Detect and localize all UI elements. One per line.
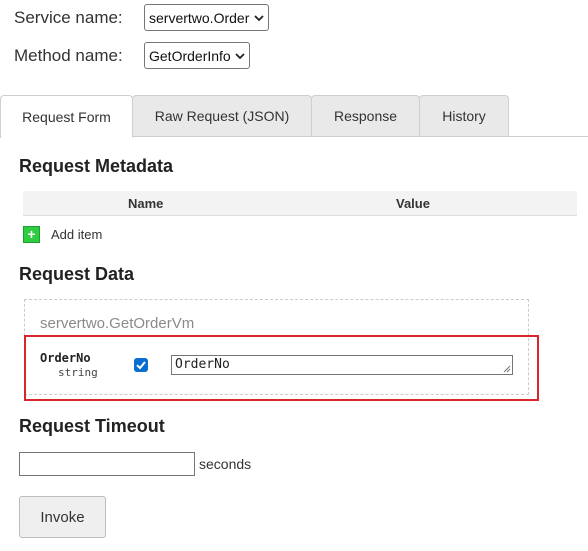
method-select-value: GetOrderInfo: [149, 47, 231, 64]
method-select[interactable]: GetOrderInfo: [144, 42, 250, 69]
request-timeout-heading: Request Timeout: [19, 416, 165, 436]
add-item-icon[interactable]: +: [23, 226, 40, 243]
metadata-table-header: Name Value: [23, 191, 577, 216]
tab-raw-request[interactable]: Raw Request (JSON): [132, 95, 312, 136]
add-item-button[interactable]: Add item: [51, 227, 102, 242]
tab-response[interactable]: Response: [311, 95, 420, 136]
chevron-down-icon: [235, 52, 245, 59]
service-name-label: Service name:: [14, 8, 123, 27]
timeout-input[interactable]: [19, 452, 195, 476]
service-select-value: servertwo.Order: [149, 9, 250, 26]
request-data-heading: Request Data: [19, 264, 135, 284]
tab-label: Request Form: [22, 109, 111, 125]
request-metadata-heading: Request Metadata: [19, 156, 174, 176]
tab-label: Response: [333, 108, 398, 124]
invoke-button[interactable]: Invoke: [19, 496, 106, 538]
message-type-label: servertwo.GetOrderVm: [40, 315, 195, 332]
column-header-name: Name: [128, 196, 164, 211]
method-name-label: Method name:: [14, 46, 123, 65]
invoke-label: Invoke: [40, 508, 85, 526]
tab-history[interactable]: History: [419, 95, 509, 136]
column-header-value: Value: [396, 196, 430, 211]
tab-label: Raw Request (JSON): [154, 108, 290, 124]
tab-request-form[interactable]: Request Form: [0, 95, 133, 138]
service-select[interactable]: servertwo.Order: [144, 4, 269, 31]
chevron-down-icon: [254, 14, 264, 21]
highlight-box: [24, 335, 539, 401]
tab-label: History: [442, 108, 486, 124]
seconds-label: seconds: [199, 456, 252, 472]
